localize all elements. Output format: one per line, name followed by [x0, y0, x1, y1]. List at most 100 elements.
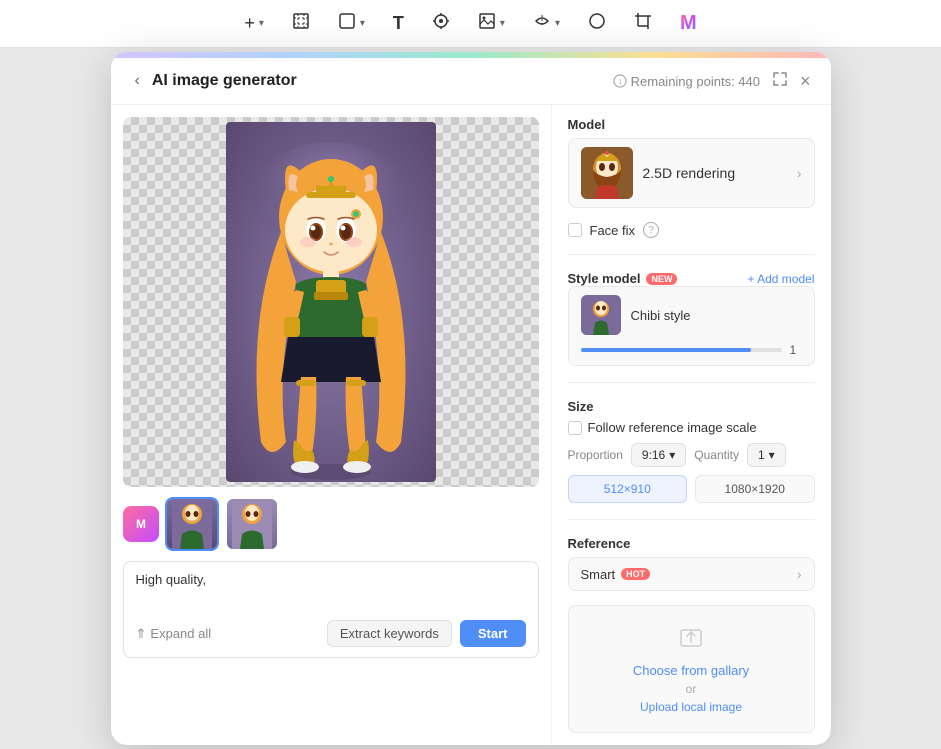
reference-card-left: Smart HOT [581, 567, 651, 582]
quantity-label: Quantity [694, 448, 739, 462]
style-model-header: Style model NEW + Add model [568, 271, 815, 286]
info-icon: i [613, 74, 627, 88]
style-model-info: Chibi style [581, 295, 802, 335]
face-fix-checkbox[interactable] [568, 223, 582, 237]
model-section-title: Model [568, 117, 815, 132]
prompt-text[interactable]: High quality, [136, 572, 526, 612]
size-section-title: Size [568, 399, 815, 414]
face-fix-help-icon[interactable]: ? [643, 222, 659, 238]
style-slider-fill [581, 348, 752, 352]
follow-ref-label: Follow reference image scale [588, 420, 757, 435]
remaining-points: i Remaining points: 440 [613, 74, 760, 89]
grid-tool[interactable]: ▾ [527, 8, 566, 39]
model-section: Model [568, 117, 815, 208]
size-options: 512×910 1080×1920 [568, 475, 815, 503]
prompt-area: High quality, ⇑ Expand all Extract keywo… [123, 561, 539, 658]
shape-tool-caret: ▾ [360, 18, 365, 29]
svg-text:i: i [619, 78, 621, 87]
proportion-select[interactable]: 9:16 ▾ [631, 443, 686, 467]
new-badge: NEW [646, 273, 677, 285]
canvas-area: ‹ AI image generator i Remaining points:… [0, 48, 941, 749]
size-option-1[interactable]: 512×910 [568, 475, 688, 503]
grid-tool-caret: ▾ [555, 18, 560, 29]
upload-icon [585, 622, 798, 656]
model-thumbnail [581, 147, 633, 199]
chibi-svg [226, 122, 436, 482]
prompt-actions: ⇑ Expand all Extract keywords Start [136, 620, 526, 647]
face-fix-row: Face fix ? [568, 222, 815, 238]
size-option-2[interactable]: 1080×1920 [695, 475, 815, 503]
style-model-title-group: Style model NEW [568, 271, 678, 286]
dialog-title-area: ‹ AI image generator [131, 70, 297, 92]
frame-icon [292, 12, 310, 35]
image-tool[interactable]: ▾ [472, 8, 511, 39]
style-model-thumbnail [581, 295, 621, 335]
shape-tool[interactable]: ▾ [332, 8, 371, 39]
close-button[interactable]: × [800, 71, 811, 92]
dialog-title: AI image generator [152, 72, 297, 90]
follow-ref-checkbox[interactable] [568, 421, 582, 435]
grid-icon [533, 12, 551, 35]
choose-from-gallery-link[interactable]: Choose from gallary [633, 663, 749, 678]
thumbnail-1[interactable] [165, 497, 219, 551]
dialog-body: M [111, 105, 831, 745]
thumbnail-2[interactable] [225, 497, 279, 551]
expand-all-button[interactable]: ⇑ Expand all [136, 626, 212, 642]
circle-icon [588, 12, 606, 35]
reference-name: Smart [581, 567, 616, 582]
divider-1 [568, 254, 815, 255]
right-panel: Model [551, 105, 831, 745]
hot-badge: HOT [621, 568, 650, 580]
style-slider[interactable] [581, 348, 782, 352]
reference-section-title: Reference [568, 536, 815, 551]
quantity-select[interactable]: 1 ▾ [747, 443, 786, 467]
extract-keywords-button[interactable]: Extract keywords [327, 620, 452, 647]
start-button[interactable]: Start [460, 620, 526, 647]
image-preview [123, 117, 539, 487]
model-card[interactable]: 2.5D rendering › [568, 138, 815, 208]
crop-icon [634, 12, 652, 35]
style-slider-row: 1 [581, 343, 802, 357]
crop-tool[interactable] [628, 8, 658, 39]
left-panel: M [111, 105, 551, 745]
proportion-row: Proportion 9:16 ▾ Quantity 1 ▾ [568, 443, 815, 467]
upload-or-label: or [686, 682, 697, 696]
proportion-label: Proportion [568, 448, 623, 462]
style-model-section: Style model NEW + Add model [568, 271, 815, 366]
toolbar: + ▾ ▾ T [0, 0, 941, 48]
shape-icon [338, 12, 356, 35]
style-model-card: Chibi style 1 [568, 286, 815, 366]
plus-icon: + [244, 13, 255, 34]
frame-tool[interactable] [286, 8, 316, 39]
reference-card[interactable]: Smart HOT › [568, 557, 815, 591]
chibi-image [226, 122, 436, 482]
add-model-button[interactable]: + Add model [747, 272, 814, 286]
image-icon [478, 12, 496, 35]
add-tool[interactable]: + ▾ [238, 9, 270, 38]
divider-3 [568, 519, 815, 520]
dialog-header-right: i Remaining points: 440 × [613, 71, 811, 92]
pen-tool[interactable] [426, 8, 456, 39]
dialog-header: ‹ AI image generator i Remaining points:… [111, 52, 831, 105]
face-fix-label: Face fix [590, 223, 636, 238]
back-button[interactable]: ‹ [131, 70, 144, 92]
model-chevron-icon: › [797, 165, 802, 181]
ai-image-generator-dialog: ‹ AI image generator i Remaining points:… [111, 52, 831, 745]
style-slider-value: 1 [790, 343, 802, 357]
ai-icon-thumb[interactable]: M [123, 506, 159, 542]
style-model-name: Chibi style [631, 308, 691, 323]
circle-tool[interactable] [582, 8, 612, 39]
divider-2 [568, 382, 815, 383]
expand-all-icon: ⇑ [136, 626, 147, 642]
upload-local-link[interactable]: Upload local image [640, 700, 742, 714]
model-name: 2.5D rendering [643, 165, 736, 181]
text-tool[interactable]: T [387, 9, 410, 38]
pen-icon [432, 12, 450, 35]
image-tool-caret: ▾ [500, 18, 505, 29]
size-checkbox-row: Follow reference image scale [568, 420, 815, 435]
brand-icon: M [680, 12, 697, 35]
expand-button[interactable] [772, 71, 788, 92]
add-tool-caret: ▾ [259, 18, 264, 29]
thumbnail-strip: M [123, 497, 539, 551]
reference-section: Reference Smart HOT › [568, 536, 815, 591]
